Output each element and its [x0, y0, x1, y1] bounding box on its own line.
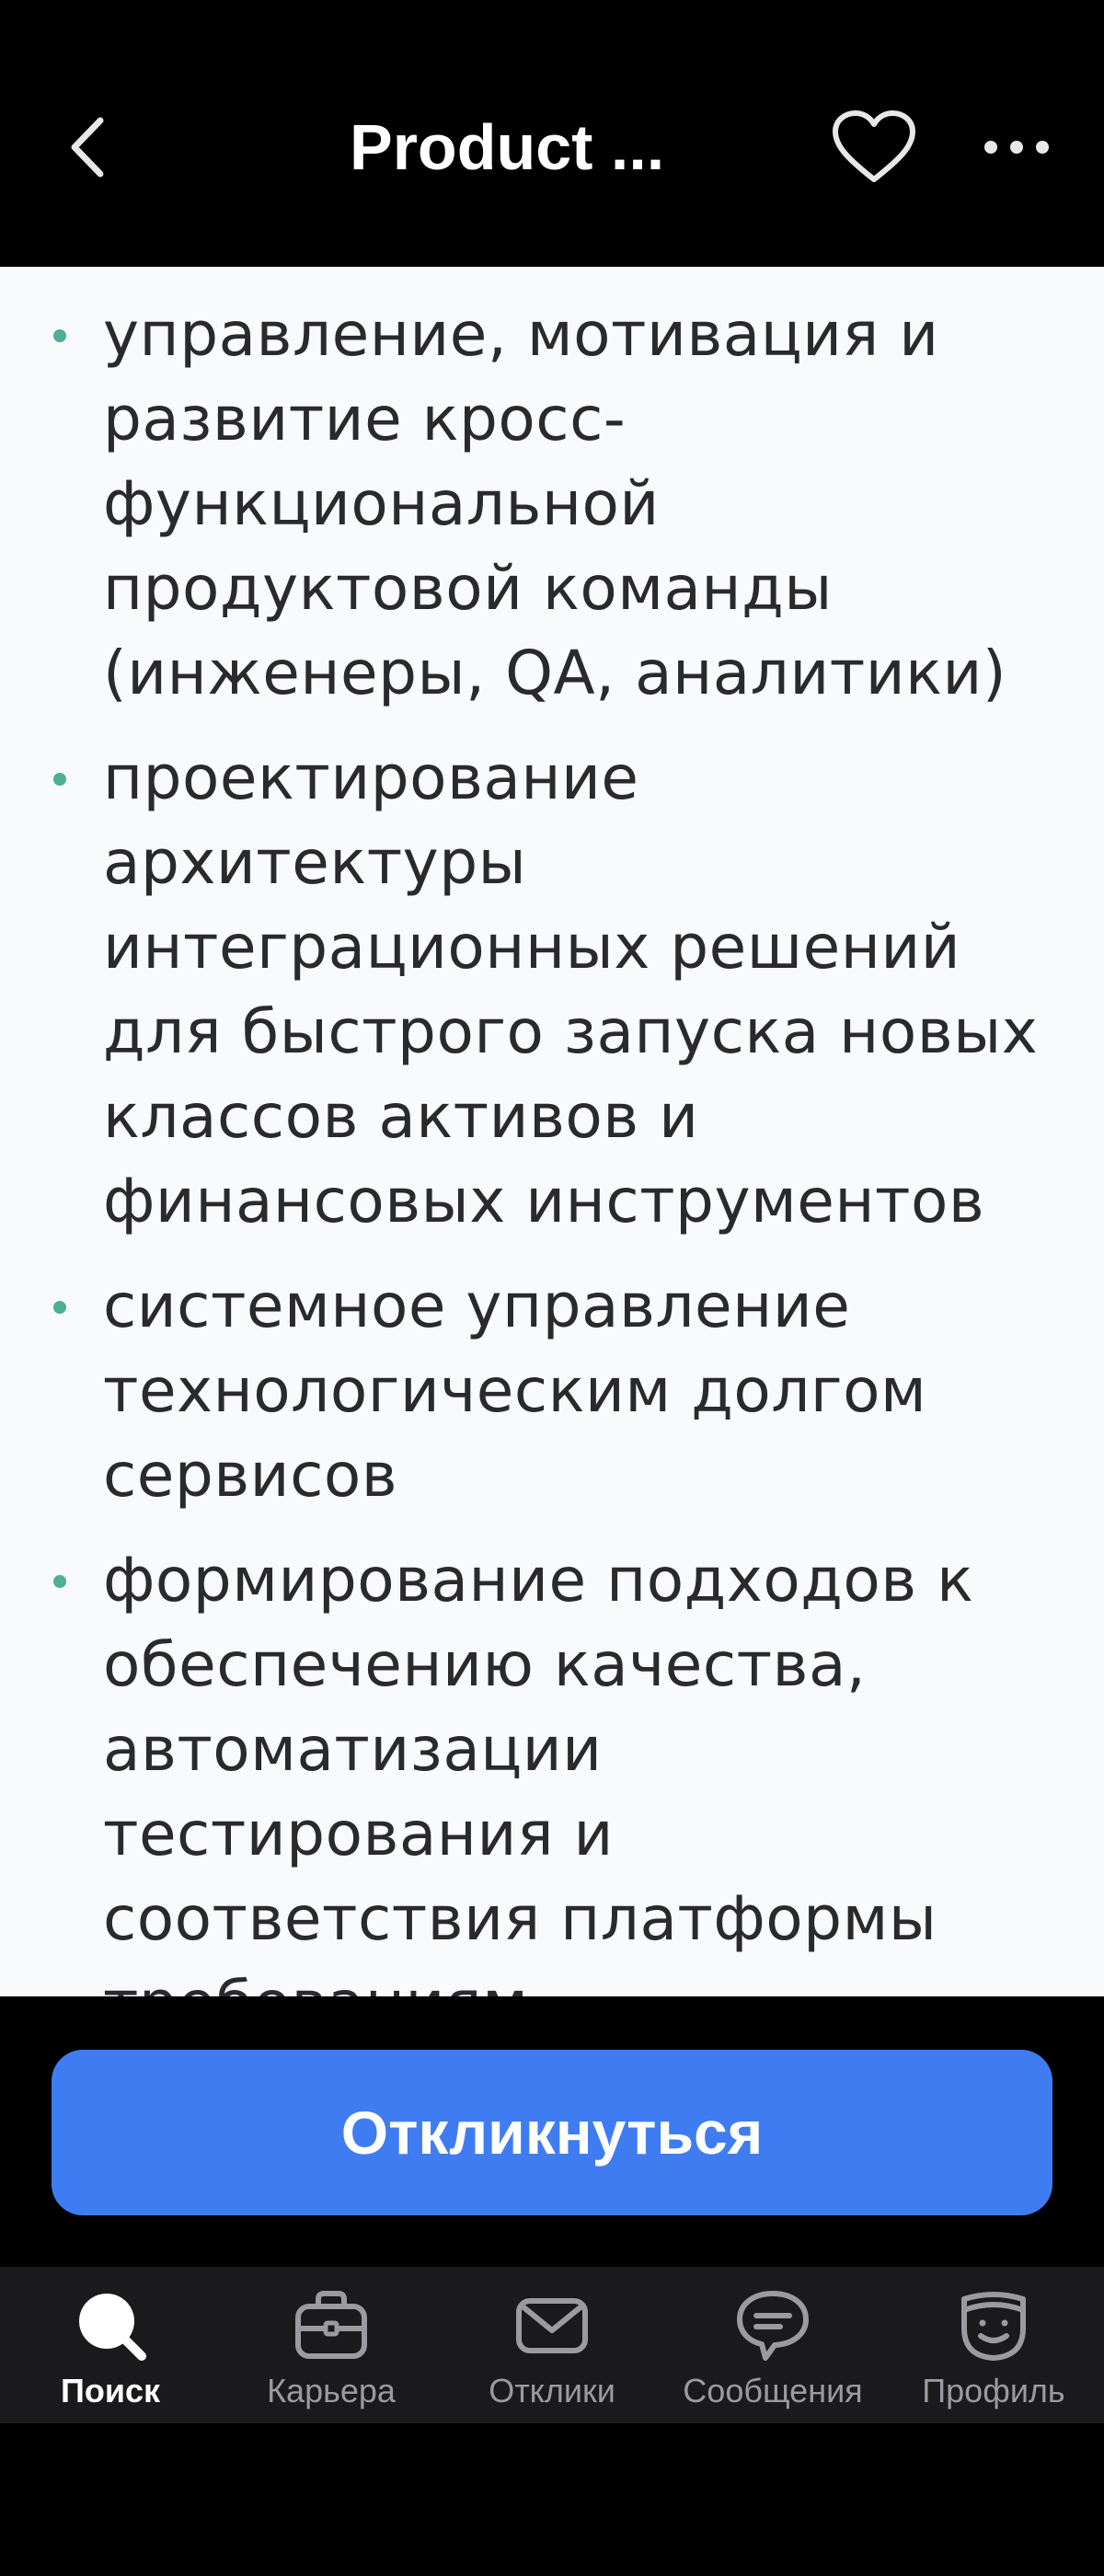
bullet-icon	[53, 1301, 66, 1314]
respond-button[interactable]: Откликнуться	[52, 2050, 1052, 2215]
bullet-icon	[53, 329, 66, 342]
system-nav-area	[0, 2423, 1104, 2576]
tab-responses[interactable]: Отклики	[442, 2267, 662, 2423]
tab-career[interactable]: Карьера	[221, 2267, 442, 2423]
action-area: Откликнуться	[0, 1996, 1104, 2267]
bullet-icon	[53, 773, 66, 786]
back-button[interactable]	[46, 101, 129, 193]
page-title: Product ...	[350, 111, 665, 183]
tab-profile[interactable]: Профиль	[883, 2267, 1104, 2423]
list-item: системное управление технологическим дол…	[0, 1264, 1104, 1518]
tab-search[interactable]: Поиск	[0, 2267, 221, 2423]
list-item-text: системное управление технологическим дол…	[103, 1271, 927, 1511]
more-options-button[interactable]	[971, 101, 1063, 193]
list-item-text: формирование подходов к обеспечению каче…	[103, 1545, 974, 1996]
more-dots-icon	[984, 141, 1049, 154]
tab-label: Отклики	[489, 2372, 615, 2409]
search-icon	[69, 2283, 152, 2366]
briefcase-icon	[290, 2283, 373, 2366]
vacancy-description: управление, мотивация и развитие кросс-ф…	[0, 267, 1104, 1996]
list-item: формирование подходов к обеспечению каче…	[0, 1538, 1104, 1996]
profile-mask-icon	[952, 2283, 1035, 2366]
list-item: проектирование архитектуры интеграционны…	[0, 736, 1104, 1244]
tab-label: Карьера	[267, 2372, 396, 2409]
list-item-text: проектирование архитектуры интеграционны…	[103, 742, 1039, 1236]
list-item: управление, мотивация и развитие кросс-ф…	[0, 293, 1104, 716]
chevron-left-icon	[71, 117, 104, 178]
chat-bubble-icon	[731, 2283, 814, 2366]
tab-label: Поиск	[60, 2372, 161, 2409]
list-item-text: управление, мотивация и развитие кросс-ф…	[103, 299, 1007, 708]
bullet-icon	[53, 1575, 66, 1588]
envelope-icon	[511, 2283, 593, 2366]
tab-label: Сообщения	[683, 2372, 863, 2409]
top-app-bar: Product ...	[0, 0, 1104, 267]
tab-messages[interactable]: Сообщения	[662, 2267, 883, 2423]
favorite-button[interactable]	[823, 101, 925, 193]
tab-label: Профиль	[922, 2372, 1065, 2409]
bottom-tab-bar: Поиск Карьера Отклики Сообщения Профиль	[0, 2267, 1104, 2423]
heart-icon	[833, 110, 915, 182]
responsibilities-list: управление, мотивация и развитие кросс-ф…	[0, 267, 1104, 1996]
